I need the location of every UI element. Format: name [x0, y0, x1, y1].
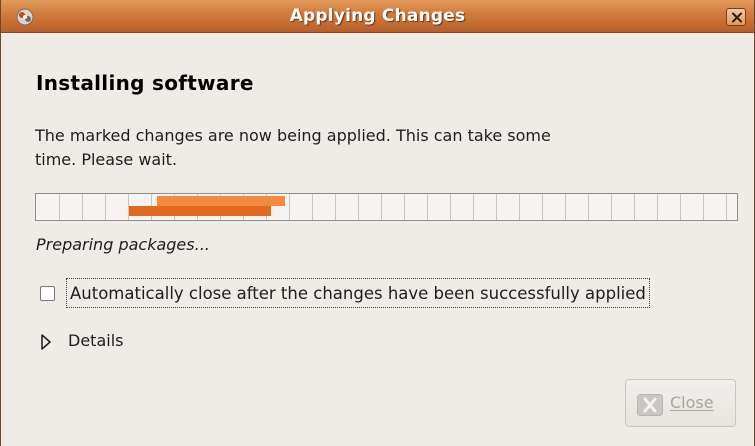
auto-close-checkbox[interactable] — [40, 286, 55, 301]
progress-segment-divider — [703, 194, 704, 220]
progress-segment-divider — [496, 194, 497, 220]
progress-segment-divider — [358, 194, 359, 220]
progress-segment-divider — [59, 194, 60, 220]
description-text: The marked changes are now being applied… — [35, 126, 551, 169]
status-text: Preparing packages... — [36, 235, 210, 254]
window-title: Applying Changes — [289, 6, 466, 26]
progress-segment-divider — [726, 194, 727, 220]
progress-segment-divider — [680, 194, 681, 220]
close-button-label: Close — [670, 393, 714, 412]
close-button[interactable]: Close — [625, 379, 736, 427]
progress-segment-divider — [542, 194, 543, 220]
progress-segment-divider — [588, 194, 589, 220]
progress-segment-divider — [404, 194, 405, 220]
progress-segment-divider — [634, 194, 635, 220]
progress-bar — [35, 193, 738, 221]
progress-segment-divider — [335, 194, 336, 220]
title-bar[interactable]: Applying Changes — [1, 0, 754, 33]
progress-segment-divider — [519, 194, 520, 220]
close-x-icon — [637, 394, 663, 420]
progress-pulse-upper — [157, 196, 285, 206]
progress-segment-divider — [82, 194, 83, 220]
close-icon — [732, 12, 742, 23]
auto-close-label[interactable]: Automatically close after the changes ha… — [66, 278, 650, 308]
progress-segment-divider — [657, 194, 658, 220]
expander-arrow-right-icon[interactable] — [40, 334, 52, 354]
progress-segment-divider — [289, 194, 290, 220]
progress-segment-divider — [427, 194, 428, 220]
details-label[interactable]: Details — [68, 331, 123, 350]
applying-changes-dialog: Applying Changes Installing software The… — [0, 0, 755, 446]
progress-pulse-lower — [129, 206, 271, 216]
window-close-button[interactable] — [726, 8, 746, 26]
progress-segment-divider — [473, 194, 474, 220]
progress-segment-divider — [450, 194, 451, 220]
progress-segment-divider — [611, 194, 612, 220]
progress-segment-divider — [312, 194, 313, 220]
progress-segment-divider — [105, 194, 106, 220]
page-title: Installing software — [36, 71, 254, 95]
progress-segment-divider — [565, 194, 566, 220]
progress-segment-divider — [381, 194, 382, 220]
